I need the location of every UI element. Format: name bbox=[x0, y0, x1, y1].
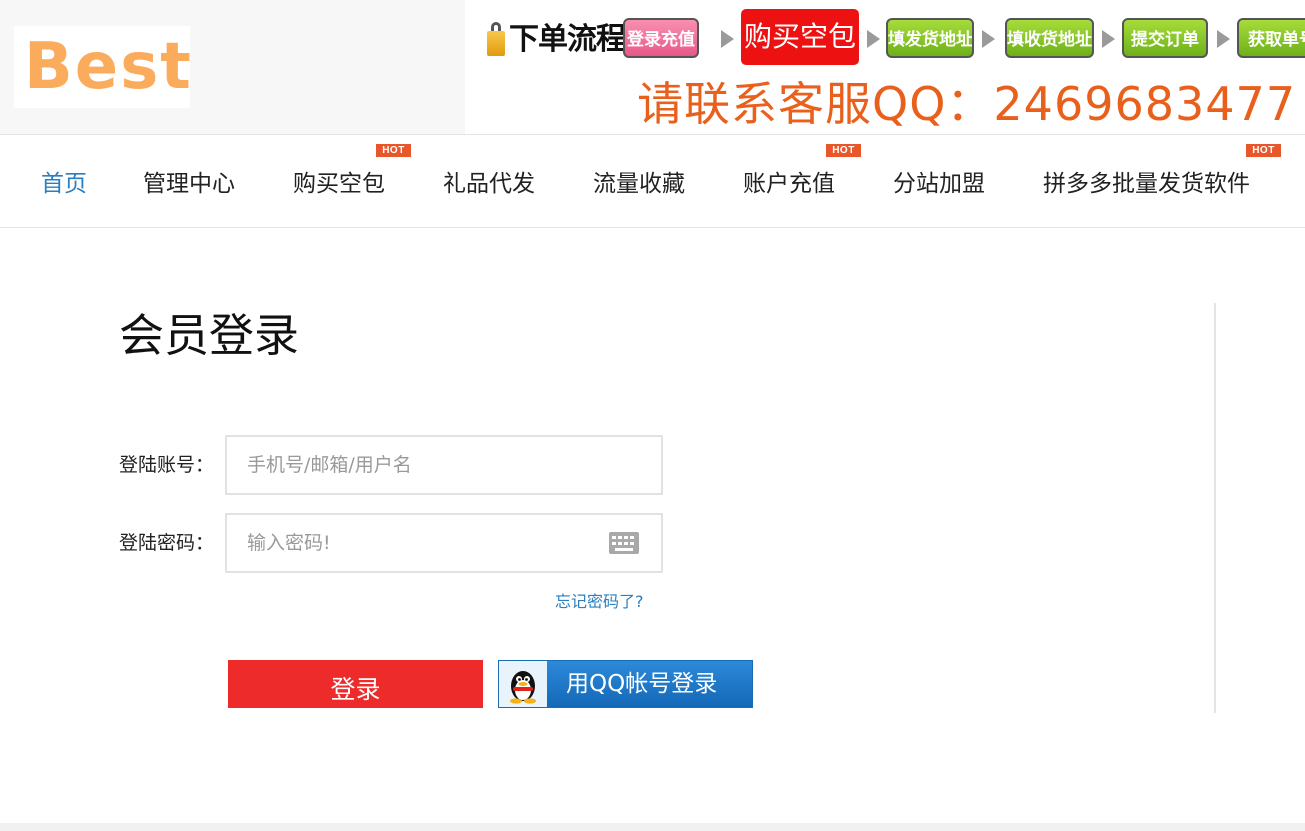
nav-item-franchise[interactable]: 分站加盟 bbox=[893, 169, 985, 199]
password-field bbox=[225, 513, 663, 573]
site-logo[interactable]: Best bbox=[14, 26, 191, 108]
keyboard-icon[interactable] bbox=[609, 532, 639, 554]
password-input[interactable] bbox=[247, 515, 587, 571]
nav-item-pdd-shipping-software[interactable]: 拼多多批量发货软件 bbox=[1043, 169, 1250, 199]
nav-item-buy-package[interactable]: 购买空包 bbox=[293, 169, 385, 199]
arrow-right-icon bbox=[721, 30, 734, 48]
order-flow-banner[interactable]: 下单流程: 登录充值 购买空包 填发货地址 填收货地址 提交订单 获取单号 请联… bbox=[465, 0, 1305, 134]
flow-step-buy-package: 购买空包 bbox=[741, 9, 859, 65]
account-field bbox=[225, 435, 663, 495]
forgot-password-link[interactable]: 忘记密码了? bbox=[555, 591, 644, 613]
shopping-bag-icon bbox=[487, 22, 505, 56]
login-section: 会员登录 登陆账号： 登陆密码： 忘记密码了? 登录 用QQ帐 bbox=[0, 228, 1305, 823]
hot-badge: HOT bbox=[1246, 144, 1281, 157]
nav-item-traffic-favorites[interactable]: 流量收藏 bbox=[593, 169, 685, 199]
login-button[interactable]: 登录 bbox=[228, 660, 483, 708]
footer-strip bbox=[0, 823, 1305, 831]
logo-area: Best bbox=[0, 0, 465, 134]
qq-login-button[interactable]: 用QQ帐号登录 bbox=[498, 660, 753, 708]
nav-item-home[interactable]: 首页 bbox=[41, 169, 87, 199]
main-nav: 首页 管理中心 购买空包 HOT 礼品代发 流量收藏 账户充值 HOT 分站加盟… bbox=[0, 134, 1305, 228]
hot-badge: HOT bbox=[376, 144, 411, 157]
nav-item-gift-delivery[interactable]: 礼品代发 bbox=[443, 169, 535, 199]
account-input[interactable] bbox=[247, 437, 587, 493]
arrow-right-icon bbox=[1102, 30, 1115, 48]
nav-item-account-recharge[interactable]: 账户充值 bbox=[743, 169, 835, 199]
page-title: 会员登录 bbox=[119, 309, 300, 362]
flow-title: 下单流程: bbox=[509, 22, 636, 57]
vertical-divider bbox=[1214, 303, 1216, 713]
arrow-right-icon bbox=[867, 30, 880, 48]
flow-step-sender-address: 填发货地址 bbox=[886, 18, 974, 58]
flow-step-get-tracking: 获取单号 bbox=[1237, 18, 1305, 58]
password-label: 登陆密码： bbox=[119, 532, 215, 554]
arrow-right-icon bbox=[1217, 30, 1230, 48]
arrow-right-icon bbox=[982, 30, 995, 48]
account-label: 登陆账号： bbox=[119, 454, 215, 476]
qq-penguin-icon bbox=[499, 661, 547, 707]
flow-step-submit-order: 提交订单 bbox=[1122, 18, 1208, 58]
customer-service-contact: 请联系客服QQ：2469683477 bbox=[637, 77, 1297, 131]
flow-step-receiver-address: 填收货地址 bbox=[1005, 18, 1094, 58]
flow-step-login-recharge: 登录充值 bbox=[623, 18, 699, 58]
nav-item-management-center[interactable]: 管理中心 bbox=[143, 169, 235, 199]
qq-login-label: 用QQ帐号登录 bbox=[566, 671, 718, 697]
hot-badge: HOT bbox=[826, 144, 861, 157]
site-header: Best 下单流程: 登录充值 购买空包 填发货地址 填收货地址 提交订单 获取… bbox=[0, 0, 1305, 134]
